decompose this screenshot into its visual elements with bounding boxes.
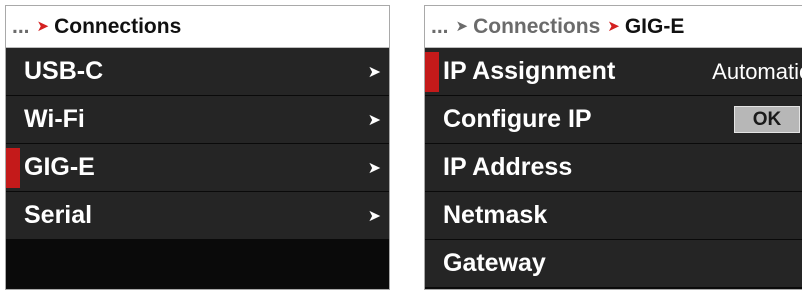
breadcrumb-arrow-icon: ➤ xyxy=(607,17,620,35)
breadcrumb-arrow-icon: ➤ xyxy=(36,17,50,35)
breadcrumb-parent[interactable]: Connections xyxy=(473,15,600,39)
breadcrumb-ellipsis[interactable]: ... xyxy=(12,15,30,39)
setting-value: Automatic xyxy=(712,58,802,84)
breadcrumb-current: Connections xyxy=(54,14,182,38)
chevron-right-icon: ➤ xyxy=(367,207,381,225)
breadcrumb: ... ➤ Connections xyxy=(6,6,389,48)
setting-label: IP Address xyxy=(443,153,573,181)
setting-ip-assignment[interactable]: IP Assignment Automatic xyxy=(425,48,802,96)
chevron-right-icon: ➤ xyxy=(367,111,381,129)
menu-item-wi-fi[interactable]: Wi-Fi ➤ xyxy=(6,96,389,144)
menu-item-label: GIG-E xyxy=(24,153,95,181)
setting-label: Netmask xyxy=(443,201,548,229)
setting-gateway[interactable]: Gateway xyxy=(425,240,802,288)
setting-label: Gateway xyxy=(443,249,546,277)
breadcrumb-current: GIG-E xyxy=(624,14,685,38)
menu-item-label: Serial xyxy=(24,201,93,229)
chevron-right-icon: ➤ xyxy=(367,159,381,177)
gig-e-settings-panel: ... ➤ Connections ➤ GIG-E IP Assignment … xyxy=(424,5,802,290)
breadcrumb-arrow-icon: ➤ xyxy=(455,17,469,35)
menu-item-gig-e[interactable]: GIG-E ➤ xyxy=(6,144,389,192)
setting-netmask[interactable]: Netmask xyxy=(425,192,802,240)
breadcrumb-ellipsis[interactable]: ... xyxy=(431,15,449,39)
setting-configure-ip[interactable]: Configure IP OK xyxy=(425,96,802,144)
menu-item-usb-c[interactable]: USB-C ➤ xyxy=(6,48,389,96)
breadcrumb: ... ➤ Connections ➤ GIG-E xyxy=(425,6,802,48)
setting-label: Configure IP xyxy=(443,105,592,133)
menu-item-label: Wi-Fi xyxy=(24,105,85,133)
ok-button[interactable]: OK xyxy=(734,106,800,133)
connections-menu-panel: ... ➤ Connections USB-C ➤ Wi-Fi ➤ GIG-E … xyxy=(5,5,390,290)
chevron-right-icon: ➤ xyxy=(367,63,381,81)
setting-label: IP Assignment xyxy=(443,57,616,85)
menu-item-serial[interactable]: Serial ➤ xyxy=(6,192,389,240)
menu-item-label: USB-C xyxy=(24,57,104,85)
empty-menu-area xyxy=(6,240,389,288)
setting-ip-address[interactable]: IP Address xyxy=(425,144,802,192)
